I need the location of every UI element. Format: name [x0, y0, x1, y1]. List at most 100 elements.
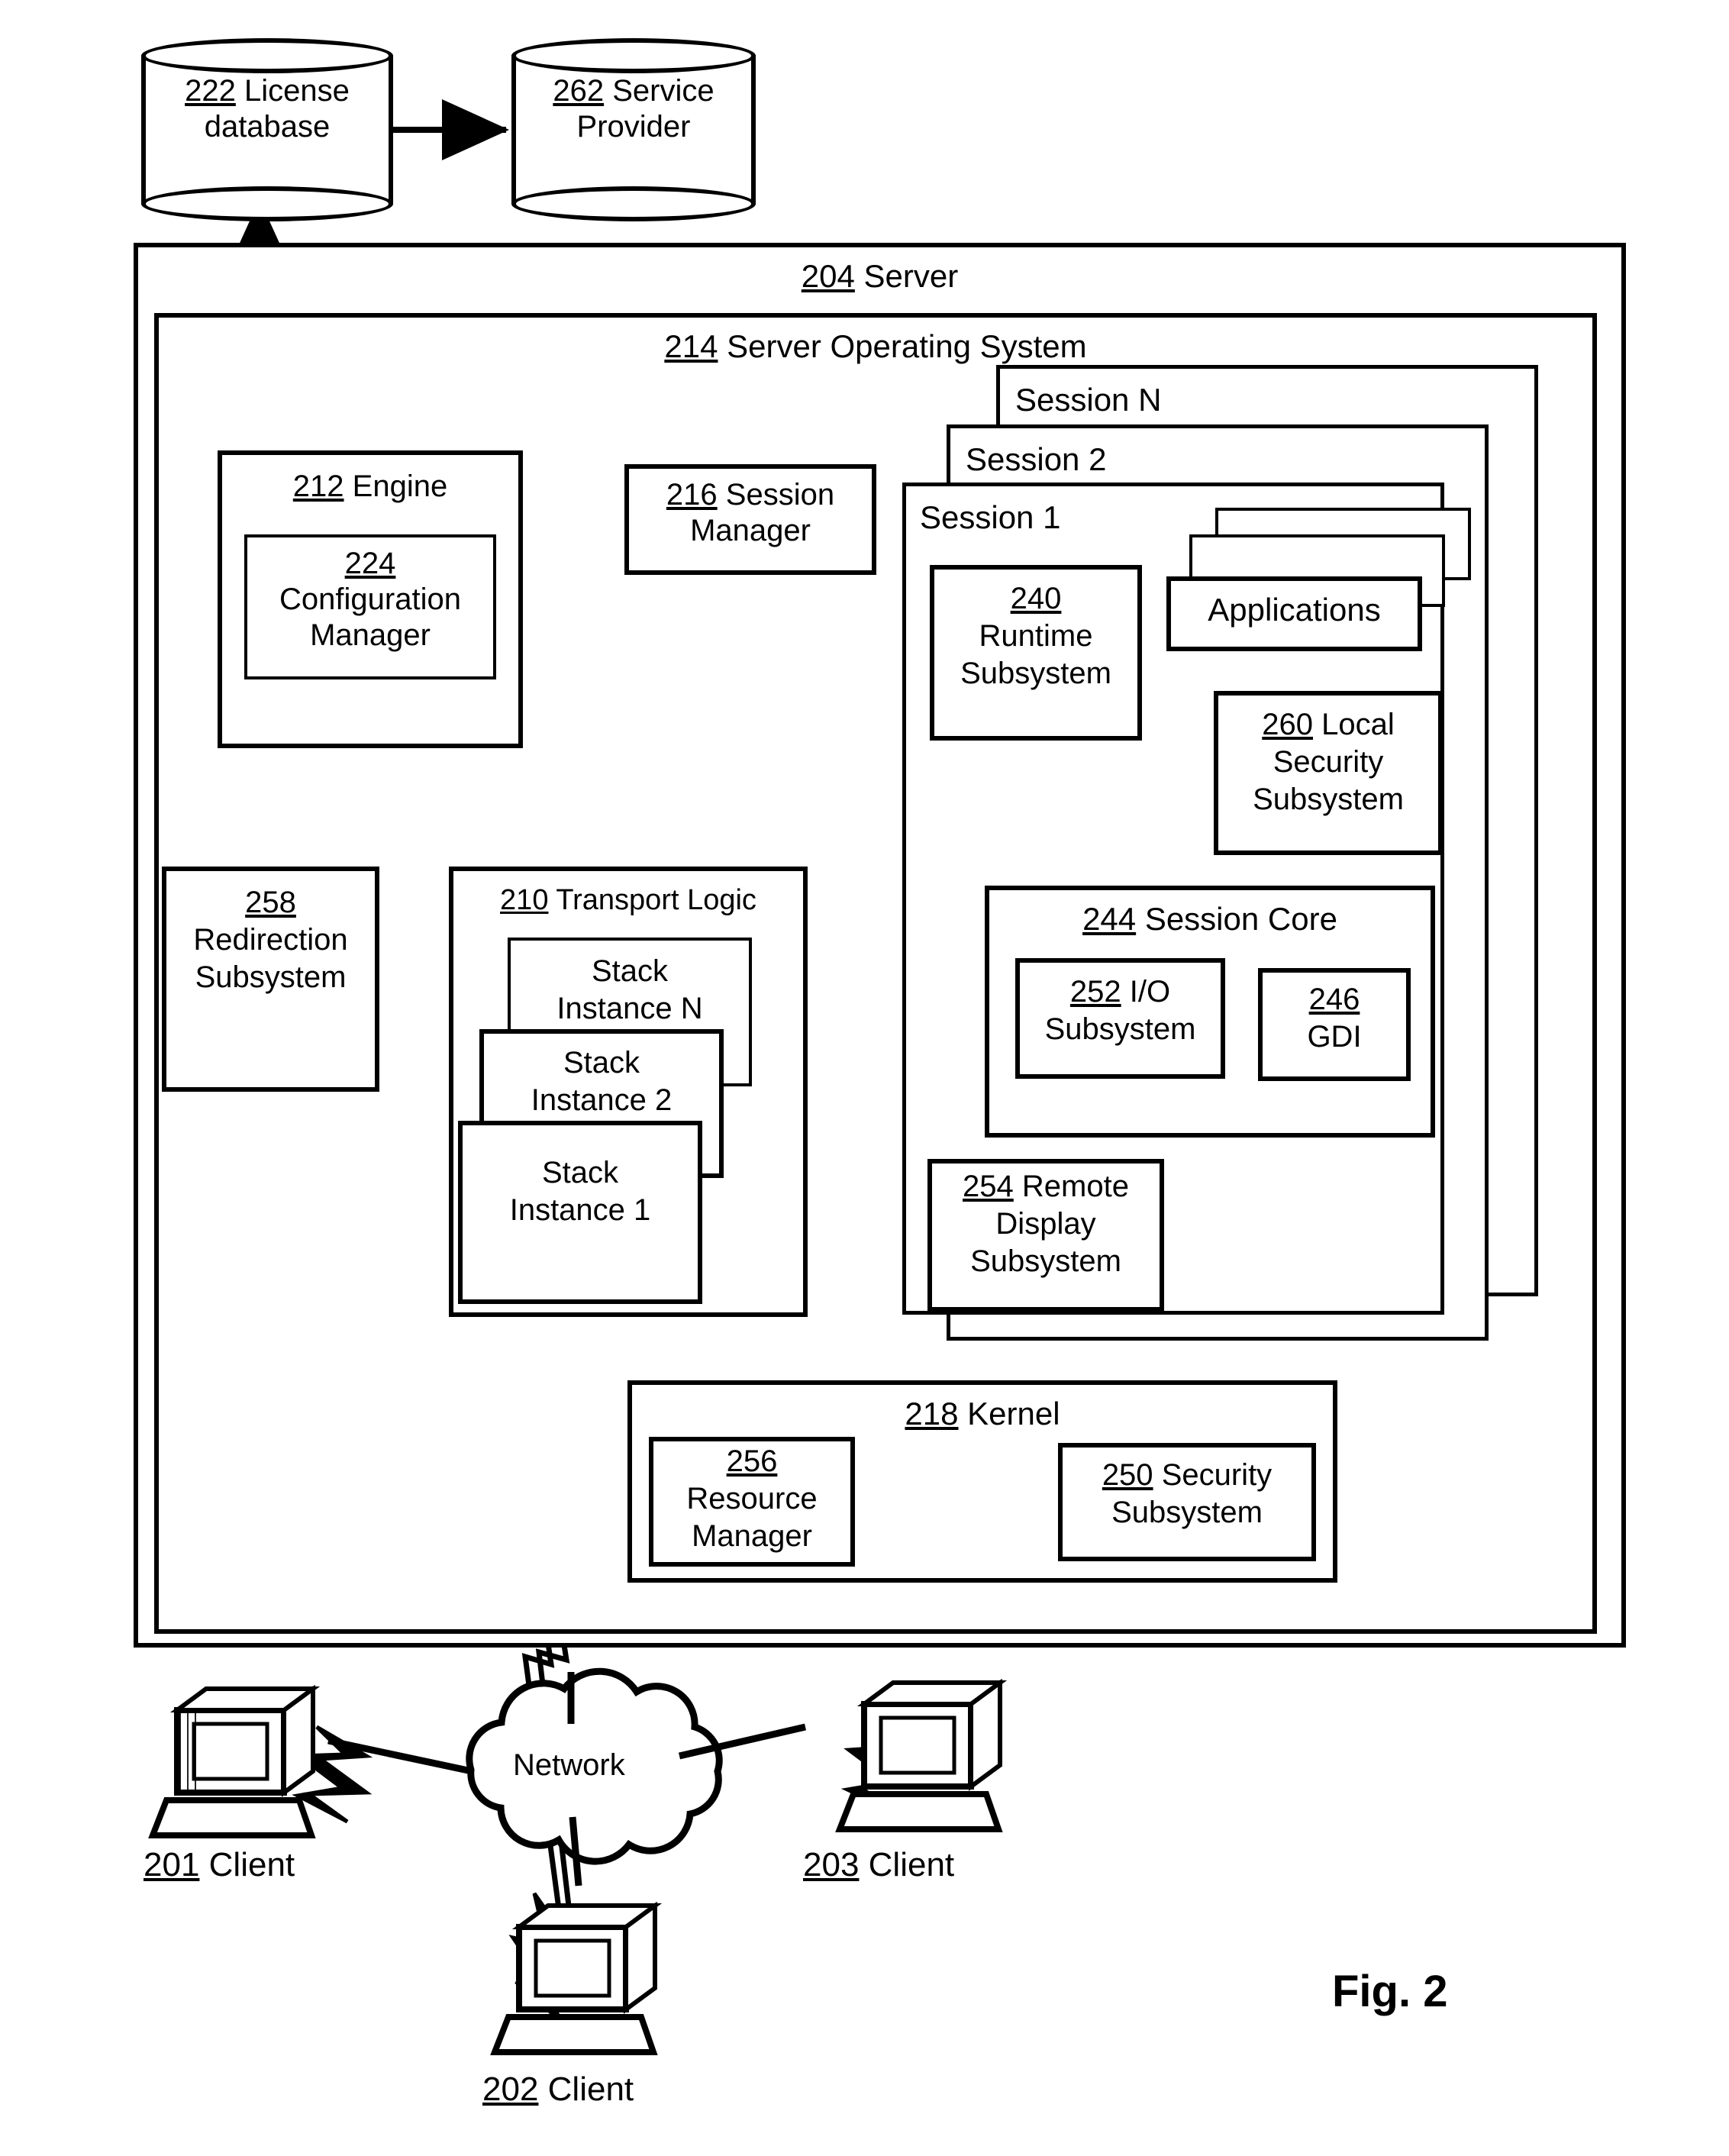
configuration-manager-num: 224 [344, 547, 396, 580]
transport-logic-title-text: Transport Logic [556, 884, 756, 916]
kernel-num: 218 [905, 1396, 959, 1431]
session-1-label: Session 1 [920, 499, 1061, 535]
security-subsystem-line2: Subsystem [1111, 1495, 1263, 1529]
service-provider-label: 262 Service Provider [511, 73, 756, 145]
session-manager-num: 216 [666, 478, 718, 512]
redirection-subsystem-label: 258 Redirection Subsystem [162, 884, 379, 996]
session-n-label: Session N [1015, 382, 1162, 418]
client-201-label: 201 Client [144, 1846, 295, 1883]
runtime-subsystem-line2: Subsystem [960, 656, 1111, 690]
server-num: 204 [801, 258, 855, 294]
security-subsystem-line1: Security [1161, 1458, 1273, 1492]
license-database-name: License [244, 74, 350, 108]
client-203-label: 203 Client [803, 1846, 954, 1883]
local-security-line2: Security [1273, 744, 1384, 779]
kernel-title: 218 Kernel [627, 1396, 1337, 1432]
cylinder-bottom [511, 186, 756, 221]
session-core-num: 244 [1082, 901, 1137, 937]
engine-num: 212 [292, 470, 344, 503]
local-security-num: 260 [1262, 708, 1313, 741]
client-computer-202 [490, 1902, 663, 2055]
client-202-num: 202 [482, 2070, 539, 2108]
configuration-manager-label: 224 Configuration Manager [244, 546, 496, 654]
server-os-title-text: Server Operating System [727, 328, 1087, 364]
lightning-client-201 [292, 1725, 373, 1824]
service-provider-name2: Provider [576, 110, 691, 144]
stack-1-line1: Stack [541, 1156, 619, 1189]
session-core-title: 244 Session Core [985, 901, 1435, 938]
stack-instance-n-label: Stack Instance N [508, 953, 752, 1028]
remote-display-subsystem-label: 254 Remote Display Subsystem [927, 1168, 1164, 1280]
stack-2-line1: Stack [563, 1046, 640, 1080]
remote-display-line3: Subsystem [970, 1244, 1121, 1278]
resource-manager-label: 256 Resource Manager [649, 1443, 855, 1554]
local-security-line1: Local [1321, 708, 1395, 741]
io-subsystem-line1: I/O [1129, 975, 1171, 1009]
configuration-manager-line1: Configuration [279, 583, 461, 617]
service-provider-num: 262 [553, 74, 605, 108]
server-os-title: 214 Server Operating System [154, 328, 1597, 365]
client-computer-203 [835, 1679, 1008, 1832]
session-manager-line1: Session [725, 478, 835, 512]
remote-display-line1: Remote [1021, 1170, 1129, 1203]
stack-2-line2: Instance 2 [531, 1083, 673, 1117]
security-subsystem-label: 250 Security Subsystem [1058, 1457, 1316, 1531]
transport-logic-num: 210 [500, 884, 549, 916]
stack-instance-2-label: Stack Instance 2 [479, 1044, 724, 1119]
local-security-subsystem-label: 260 Local Security Subsystem [1214, 706, 1443, 818]
runtime-subsystem-label: 240 Runtime Subsystem [930, 580, 1142, 692]
lightning-client-203 [840, 1714, 922, 1816]
local-security-line3: Subsystem [1253, 782, 1404, 816]
runtime-subsystem-num: 240 [1010, 582, 1062, 615]
service-provider: 262 Service Provider [511, 38, 756, 221]
client-202-label: 202 Client [482, 2070, 634, 2108]
session-2-label: Session 2 [966, 441, 1107, 477]
gdi-num: 246 [1308, 983, 1360, 1016]
remote-display-line2: Display [995, 1206, 1096, 1241]
session-core-title-text: Session Core [1144, 901, 1337, 937]
license-database: 222 License database [141, 38, 393, 221]
remote-display-num: 254 [963, 1170, 1014, 1203]
stack-instance-1-label: Stack Instance 1 [458, 1154, 702, 1229]
session-manager-label: 216 Session Manager [624, 477, 876, 549]
io-subsystem-line2: Subsystem [1044, 1012, 1196, 1046]
stack-1-line2: Instance 1 [509, 1193, 651, 1227]
resource-manager-line1: Resource [686, 1481, 818, 1515]
session-manager-line2: Manager [690, 514, 811, 548]
network-label: Network [513, 1748, 625, 1782]
client-202-text: Client [547, 2070, 634, 2108]
client-201-text: Client [208, 1846, 295, 1883]
kernel-title-text: Kernel [967, 1396, 1060, 1431]
redirection-line2: Subsystem [195, 960, 347, 994]
cylinder-top [511, 38, 756, 73]
stack-n-line1: Stack [591, 954, 669, 988]
client-203-num: 203 [803, 1846, 860, 1883]
server-title-text: Server [863, 258, 959, 294]
client-203-text: Client [868, 1846, 955, 1883]
service-provider-name: Service [612, 74, 715, 108]
configuration-manager-line2: Manager [310, 618, 431, 653]
redirection-num: 258 [245, 886, 296, 919]
stack-n-line2: Instance N [556, 991, 703, 1025]
engine-title: 212 Engine [218, 470, 523, 504]
applications-label: Applications [1208, 592, 1381, 628]
cylinder-bottom [141, 186, 393, 221]
resource-manager-line2: Manager [692, 1519, 812, 1553]
runtime-subsystem-line1: Runtime [979, 618, 1093, 653]
server-os-num: 214 [664, 328, 718, 364]
redirection-line1: Redirection [193, 922, 348, 957]
lightning-client-202 [508, 1892, 576, 2026]
gdi-text: GDI [1307, 1019, 1362, 1054]
figure-label: Fig. 2 [1332, 1967, 1448, 2016]
license-database-name2: database [204, 110, 331, 144]
license-database-label: 222 License database [141, 73, 393, 145]
security-subsystem-num: 250 [1102, 1458, 1153, 1492]
patent-figure-2: 222 License database 262 Service Provide… [0, 0, 1729, 2156]
client-201-num: 201 [144, 1846, 200, 1883]
license-database-num: 222 [185, 74, 236, 108]
io-subsystem-label: 252 I/O Subsystem [1015, 973, 1225, 1048]
cylinder-top [141, 38, 393, 73]
io-subsystem-num: 252 [1069, 975, 1121, 1009]
engine-title-text: Engine [352, 470, 448, 503]
server-title: 204 Server [134, 258, 1626, 295]
